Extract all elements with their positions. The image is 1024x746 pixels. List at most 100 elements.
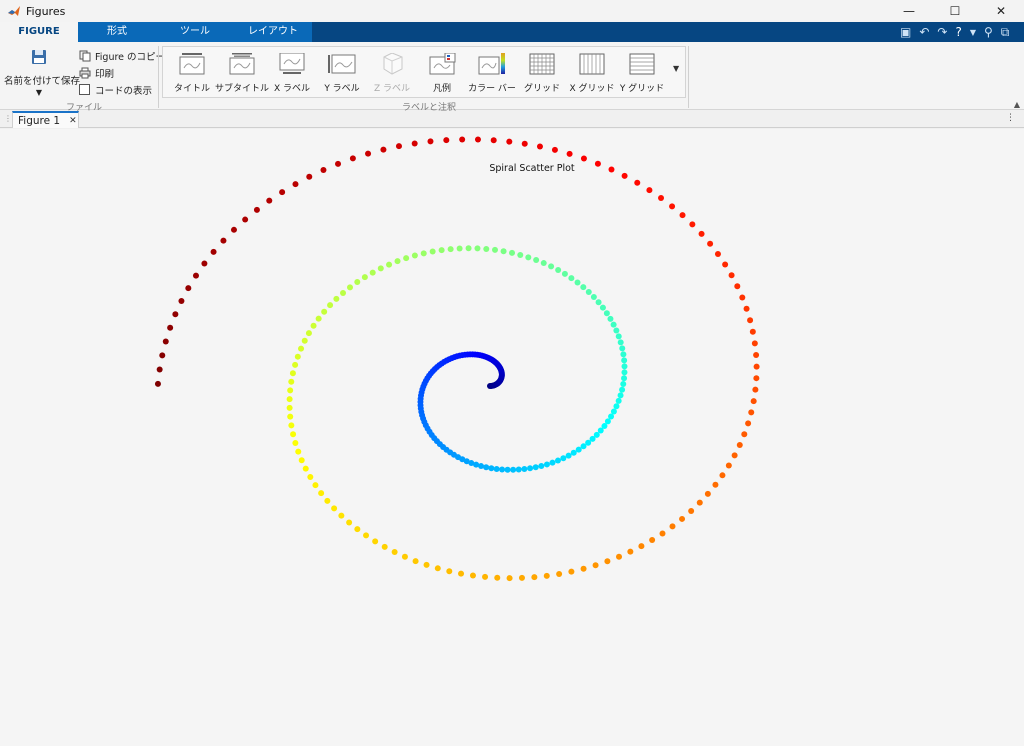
scatter-point — [753, 375, 760, 382]
ylabel-tool-button[interactable]: Y ラベル — [314, 49, 370, 99]
chevron-down-icon[interactable]: ▼ — [970, 28, 976, 37]
show-code-label: コードの表示 — [95, 85, 153, 97]
scatter-point — [608, 166, 615, 173]
scatter-point — [658, 195, 665, 202]
chevron-down-icon: ▼ — [35, 88, 43, 97]
checkbox-icon[interactable] — [79, 84, 90, 95]
scatter-point — [154, 380, 161, 387]
scatter-point — [533, 257, 540, 264]
pin-icon[interactable]: ⚲ — [984, 25, 993, 39]
scatter-point — [580, 155, 587, 162]
ribbon-tab-bar: FIGURE 形式 ツール レイアウト ▣ ↶ ↷ ? ▼ ⚲ ⧉ — [0, 22, 1024, 42]
scatter-point — [469, 572, 476, 579]
chevron-down-icon[interactable]: ▼ — [673, 64, 679, 73]
scatter-point — [340, 289, 347, 296]
tab-format[interactable]: 形式 — [78, 22, 156, 42]
colorbar-icon — [478, 53, 505, 75]
save-as-button[interactable]: 名前を付けて保存 ▼ — [4, 48, 80, 97]
scatter-point — [483, 245, 490, 252]
dock-icon[interactable]: ⧉ — [1001, 25, 1010, 40]
xlabel-tool-button[interactable]: X ラベル — [264, 49, 320, 99]
print-button[interactable]: 印刷 — [79, 64, 165, 81]
redo-icon[interactable]: ↷ — [937, 25, 947, 39]
scatter-point — [443, 137, 450, 144]
scatter-point — [201, 260, 208, 267]
scatter-point — [192, 272, 199, 279]
scatter-point — [551, 146, 558, 153]
scatter-point — [607, 315, 614, 322]
close-icon[interactable]: ✕ — [69, 116, 77, 126]
help-icon[interactable]: ? — [955, 25, 961, 39]
scatter-point — [748, 409, 755, 416]
tab-figure[interactable]: FIGURE — [0, 22, 78, 42]
grid-tool-button[interactable]: グリッド — [514, 49, 570, 99]
scatter-point — [427, 138, 434, 145]
scatter-point — [394, 258, 401, 265]
copy-figure-button[interactable]: Figure のコピー — [79, 47, 165, 64]
figure-1-tab[interactable]: Figure 1 ✕ — [12, 111, 79, 128]
scatter-point — [566, 150, 573, 157]
legend-tool-button[interactable]: 凡例 — [414, 49, 470, 99]
scatter-point — [266, 197, 273, 204]
scatter-point — [459, 136, 466, 143]
minimize-button[interactable]: — — [886, 0, 932, 22]
scatter-point — [185, 285, 192, 292]
scatter-point — [458, 570, 465, 577]
scatter-point — [305, 330, 312, 337]
subtitle-tool-button[interactable]: サブタイトル — [214, 49, 270, 99]
scatter-point — [556, 571, 563, 578]
scatter-point — [312, 482, 319, 489]
window-title: Figures — [26, 4, 66, 18]
scatter-point — [500, 248, 507, 255]
zlabel-icon — [383, 53, 403, 75]
figure-canvas[interactable]: Spiral Scatter Plot — [0, 129, 1024, 746]
tab-layout[interactable]: レイアウト — [234, 22, 312, 42]
scatter-point — [292, 361, 299, 368]
zlabel-tool-label: Z ラベル — [373, 84, 411, 94]
undo-icon[interactable]: ↶ — [919, 25, 929, 39]
zlabel-tool-button[interactable]: Z ラベル — [364, 49, 420, 99]
scatter-point — [321, 308, 328, 315]
scatter-point — [391, 549, 398, 556]
scatter-point — [751, 340, 758, 347]
more-options-icon[interactable]: ⋮ — [1006, 113, 1015, 123]
scatter-point — [411, 140, 418, 147]
scatter-point — [739, 294, 746, 301]
spiral-scatter-plot[interactable]: Spiral Scatter Plot — [0, 129, 1024, 746]
scatter-point — [749, 328, 756, 335]
scatter-point — [531, 574, 538, 581]
scatter-point — [327, 302, 334, 309]
colorbar-tool-button[interactable]: カラー バー — [464, 49, 520, 99]
ygrid-tool-button[interactable]: Y グリッド — [614, 49, 670, 99]
scatter-point — [580, 284, 587, 291]
scatter-point — [518, 574, 525, 581]
scatter-point — [298, 457, 305, 464]
maximize-button[interactable]: ☐ — [932, 0, 978, 22]
scatter-point — [595, 299, 602, 306]
scatter-point — [620, 381, 627, 388]
tab-tools[interactable]: ツール — [156, 22, 234, 42]
scatter-point — [613, 403, 620, 410]
save-icon[interactable]: ▣ — [900, 25, 911, 39]
close-button[interactable]: ✕ — [978, 0, 1024, 22]
grip-icon[interactable]: ⋮ — [4, 114, 12, 123]
scatter-point — [617, 339, 624, 346]
scatter-point — [627, 548, 634, 555]
scatter-point — [590, 294, 597, 301]
scatter-point — [536, 143, 543, 150]
matlab-logo-icon — [8, 6, 20, 16]
scatter-point — [521, 140, 528, 147]
scatter-point — [447, 246, 454, 253]
collapse-ribbon-icon[interactable]: ▲ — [1014, 100, 1020, 109]
scatter-point — [592, 562, 599, 569]
scatter-point — [698, 230, 705, 237]
ygrid-tool-label: Y グリッド — [619, 84, 665, 94]
xgrid-tool-button[interactable]: X グリッド — [564, 49, 620, 99]
scatter-point — [434, 565, 441, 572]
show-code-checkbox[interactable]: コードの表示 — [79, 81, 165, 98]
xlabel-tool-label: X ラベル — [273, 84, 311, 94]
scatter-point — [369, 269, 376, 276]
scatter-point — [613, 327, 620, 334]
title-tool-button[interactable]: タイトル — [164, 49, 220, 99]
chart-title: Spiral Scatter Plot — [489, 163, 575, 174]
